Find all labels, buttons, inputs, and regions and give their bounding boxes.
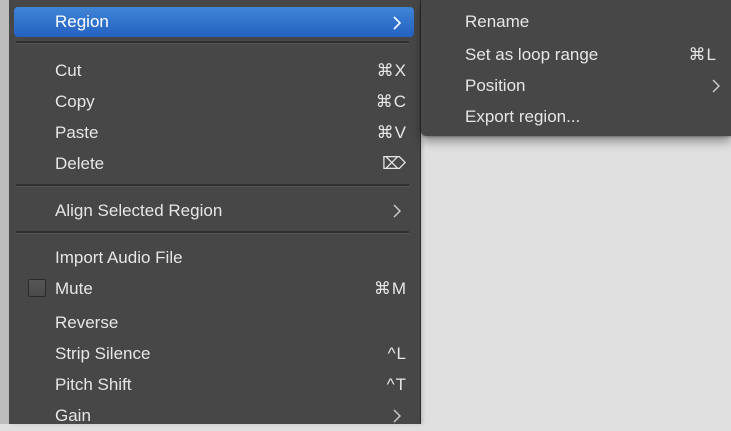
menu-separator [16, 41, 409, 44]
menu-item-label: Region [55, 12, 109, 31]
chevron-right-icon [392, 7, 408, 38]
forward-delete-icon: ⌦ [381, 154, 407, 173]
chevron-right-icon [711, 70, 727, 101]
menu-item-paste[interactable]: Paste ⌘V [14, 117, 414, 148]
submenu-item-export-region[interactable]: Export region... [421, 101, 731, 132]
menu-item-label: Export region... [465, 107, 581, 126]
menu-item-align-selected-region[interactable]: Align Selected Region [14, 195, 414, 226]
submenu-item-rename[interactable]: Rename [421, 6, 731, 37]
menu-item-reverse[interactable]: Reverse [14, 307, 414, 338]
mute-checkbox[interactable] [28, 279, 46, 297]
submenu-item-position[interactable]: Position [421, 70, 731, 101]
menu-item-label: Delete [55, 154, 105, 173]
menu-item-label: Pitch Shift [55, 375, 132, 394]
context-menu: Region Cut ⌘X Copy ⌘C Paste ⌘V Delete ⌦ … [9, 0, 421, 425]
shortcut-label: ^L [387, 344, 407, 363]
window-edge [0, 0, 9, 424]
menu-separator [16, 231, 409, 234]
menu-item-strip-silence[interactable]: Strip Silence ^L [14, 338, 414, 369]
menu-separator [16, 184, 409, 187]
menu-item-mute[interactable]: Mute ⌘M [14, 273, 414, 304]
region-submenu: Rename Set as loop range ⌘L Position Exp… [421, 0, 731, 136]
menu-item-label: Align Selected Region [55, 201, 223, 220]
menu-item-delete[interactable]: Delete ⌦ [14, 148, 414, 179]
menu-item-label: Copy [55, 92, 95, 111]
shortcut-label: ⌘X [376, 61, 407, 80]
menu-item-label: Gain [55, 406, 91, 425]
menu-item-copy[interactable]: Copy ⌘C [14, 86, 414, 117]
menu-item-region[interactable]: Region [14, 7, 414, 37]
menu-item-label: Strip Silence [55, 344, 151, 363]
menu-item-label: Position [465, 76, 526, 95]
menu-item-label: Paste [55, 123, 99, 142]
menu-item-label: Cut [55, 61, 82, 80]
submenu-item-set-as-loop-range[interactable]: Set as loop range ⌘L [421, 39, 731, 70]
menu-item-label: Import Audio File [55, 248, 183, 267]
menu-item-label: Rename [465, 12, 530, 31]
shortcut-label: ^T [386, 375, 407, 394]
chevron-right-icon [392, 400, 408, 431]
menu-item-label: Set as loop range [465, 45, 599, 64]
menu-item-cut[interactable]: Cut ⌘X [14, 55, 414, 86]
shortcut-label: ⌘M [373, 279, 407, 298]
shortcut-label: ⌘L [688, 45, 717, 64]
menu-item-label: Mute [55, 279, 93, 298]
shortcut-label: ⌘C [375, 92, 407, 111]
menu-item-pitch-shift[interactable]: Pitch Shift ^T [14, 369, 414, 400]
menu-item-import-audio-file[interactable]: Import Audio File [14, 242, 414, 273]
chevron-right-icon [392, 195, 408, 226]
menu-item-label: Reverse [55, 313, 119, 332]
shortcut-label: ⌘V [376, 123, 407, 142]
menu-item-gain[interactable]: Gain [14, 400, 414, 431]
